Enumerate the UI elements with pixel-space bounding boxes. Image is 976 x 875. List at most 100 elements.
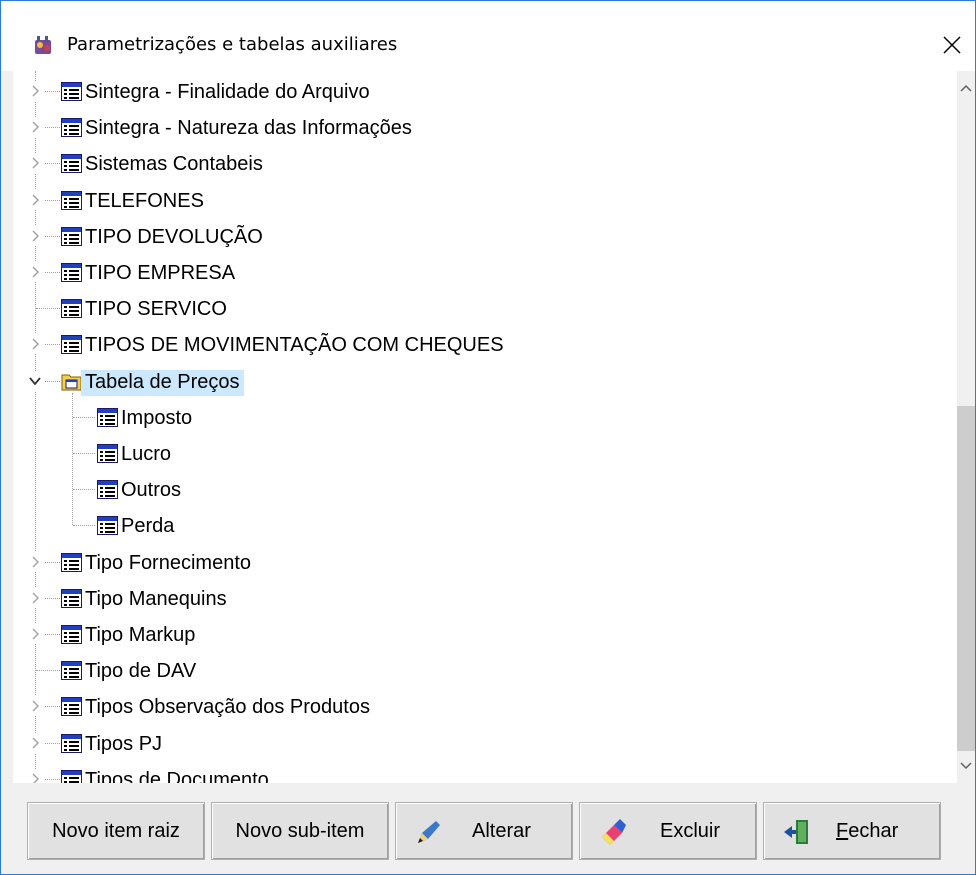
tree-child-item[interactable]: Outros xyxy=(13,471,943,507)
vertical-scrollbar[interactable] xyxy=(957,71,975,783)
expand-button[interactable] xyxy=(25,225,45,246)
dialog-window: Parametrizações e tabelas auxiliares Sin… xyxy=(0,0,976,875)
tree-item[interactable]: TIPO EMPRESA xyxy=(13,254,943,290)
window-title: Parametrizações e tabelas auxiliares xyxy=(67,34,398,55)
tree-item-label: Outros xyxy=(121,479,182,502)
expand-button[interactable] xyxy=(25,696,45,717)
tree-child-item[interactable]: Imposto xyxy=(13,399,943,435)
tree-item-label: Tipo Fornecimento xyxy=(85,551,251,574)
tree-item-label: TIPO DEVOLUÇÃO xyxy=(85,225,263,248)
tree-branch-line xyxy=(73,489,95,491)
collapse-button[interactable] xyxy=(25,370,45,391)
tree-item-label: Tabela de Preços xyxy=(81,369,244,396)
app-icon xyxy=(35,36,51,54)
tree-item[interactable]: Tipo de DAV xyxy=(13,652,943,688)
close-dialog-button[interactable]: Fechar xyxy=(763,802,941,860)
tree-branch-line xyxy=(36,308,60,310)
table-icon-wrap xyxy=(61,335,82,355)
tree-item-label: Tipos Observação dos Produtos xyxy=(85,696,370,719)
tree-item[interactable]: TIPOS DE MOVIMENTAÇÃO COM CHEQUES xyxy=(13,326,943,362)
tree-branch-line xyxy=(73,453,95,454)
tree-item[interactable]: Tipo Fornecimento xyxy=(13,544,943,580)
expand-button[interactable] xyxy=(25,551,45,572)
folder-table-icon xyxy=(61,374,82,391)
chevron-down-icon xyxy=(29,377,41,385)
chevron-right-icon xyxy=(32,157,39,169)
expand-button[interactable] xyxy=(25,81,45,101)
chevron-up-icon xyxy=(960,84,972,92)
table-icon-wrap xyxy=(61,697,82,717)
table-icon-wrap xyxy=(97,516,118,536)
tree-item-label: Tipo Manequins xyxy=(85,587,227,610)
expand-button[interactable] xyxy=(25,587,45,608)
table-icon xyxy=(61,226,82,246)
edit-label: Alterar xyxy=(472,820,531,842)
expand-button[interactable] xyxy=(25,117,45,138)
tree-item-label: Sintegra - Finalidade do Arquivo xyxy=(85,81,370,103)
tree-item[interactable]: Sintegra - Natureza das Informações xyxy=(13,109,943,145)
tree-branch-line xyxy=(73,525,95,527)
scroll-down-button[interactable] xyxy=(957,757,975,775)
table-icon-wrap xyxy=(61,82,82,101)
table-icon-wrap xyxy=(61,588,82,608)
tree-item[interactable]: TELEFONES xyxy=(13,182,943,218)
scroll-thumb[interactable] xyxy=(957,406,975,751)
table-icon-wrap xyxy=(61,190,82,210)
tree-item-label: Tipo de DAV xyxy=(85,660,197,683)
table-icon xyxy=(61,190,82,210)
table-icon-wrap xyxy=(61,552,82,572)
tree-item[interactable]: TIPO SERVICO xyxy=(13,290,943,326)
tree-child-item[interactable]: Perda xyxy=(13,507,943,543)
delete-label: Excluir xyxy=(660,820,721,842)
table-icon-wrap xyxy=(97,480,118,500)
folder-icon-wrap xyxy=(61,372,82,391)
tree-item-label: Tipos PJ xyxy=(85,732,163,755)
tree-item[interactable]: TIPO DEVOLUÇÃO xyxy=(13,218,943,254)
chevron-right-icon xyxy=(32,194,39,206)
expand-button[interactable] xyxy=(25,189,45,210)
expand-button[interactable] xyxy=(25,768,45,783)
chevron-right-icon xyxy=(32,85,39,97)
tree-item[interactable]: Sistemas Contabeis xyxy=(13,145,943,181)
close-button[interactable] xyxy=(931,25,973,65)
tree-view[interactable]: Sintegra - Finalidade do Arquivo Sintegra… xyxy=(13,71,957,783)
tree-item-label: TELEFONES xyxy=(85,189,204,212)
expand-button[interactable] xyxy=(25,153,45,174)
pencil-icon xyxy=(418,821,440,843)
table-icon xyxy=(61,118,82,138)
expand-button[interactable] xyxy=(25,262,45,282)
expand-button[interactable] xyxy=(25,624,45,644)
table-icon xyxy=(61,697,82,717)
tree-item[interactable]: Tipos de Documento xyxy=(13,761,943,783)
delete-button[interactable]: Excluir xyxy=(579,802,757,860)
tree-item[interactable]: Tipos PJ xyxy=(13,725,943,761)
tree-branch-line xyxy=(73,416,95,418)
new-sub-item-label: Novo sub-item xyxy=(235,819,365,842)
table-icon xyxy=(97,407,118,427)
edit-button[interactable]: Alterar xyxy=(395,802,573,860)
scroll-up-button[interactable] xyxy=(957,79,975,97)
table-icon-wrap xyxy=(61,733,82,753)
tree-item[interactable]: Tipo Manequins xyxy=(13,580,943,616)
new-root-item-button[interactable]: Novo item raiz xyxy=(27,802,205,860)
exit-door-icon xyxy=(784,820,808,844)
chevron-right-icon xyxy=(32,737,39,749)
expand-button[interactable] xyxy=(25,732,45,753)
tree-item-label: Tipo Markup xyxy=(85,624,196,646)
tree-item-label: Sistemas Contabeis xyxy=(85,153,263,176)
chevron-right-icon xyxy=(32,266,39,278)
tree-item[interactable]: Tipo Markup xyxy=(13,616,943,652)
new-sub-item-button[interactable]: Novo sub-item xyxy=(211,802,389,860)
expand-button[interactable] xyxy=(25,334,45,355)
tree-item[interactable]: Tipos Observação dos Produtos xyxy=(13,688,943,724)
tree-child-item[interactable]: Lucro xyxy=(13,435,943,471)
tree-item[interactable]: Sintegra - Finalidade do Arquivo xyxy=(13,73,943,109)
table-icon xyxy=(61,588,82,608)
table-icon xyxy=(61,769,82,783)
tree-item-label: Imposto xyxy=(121,406,193,429)
table-icon xyxy=(61,335,82,355)
chevron-right-icon xyxy=(32,230,39,242)
tree-item[interactable]: Tabela de Preços xyxy=(13,363,943,399)
table-icon-wrap xyxy=(61,263,82,282)
chevron-right-icon xyxy=(32,628,39,640)
